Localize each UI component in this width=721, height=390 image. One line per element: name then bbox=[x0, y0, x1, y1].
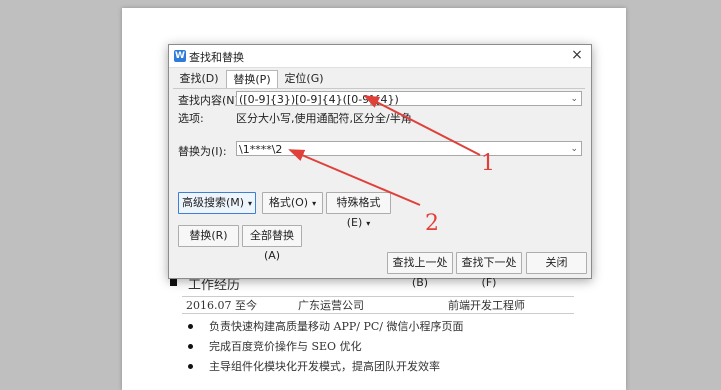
annotation-arrow-1 bbox=[363, 95, 481, 156]
annotation-arrow-2 bbox=[288, 149, 421, 206]
annotation-number-2: 2 bbox=[425, 211, 439, 236]
annotation-number-1: 1 bbox=[481, 151, 495, 176]
annotation-layer: 1 2 bbox=[288, 95, 495, 236]
